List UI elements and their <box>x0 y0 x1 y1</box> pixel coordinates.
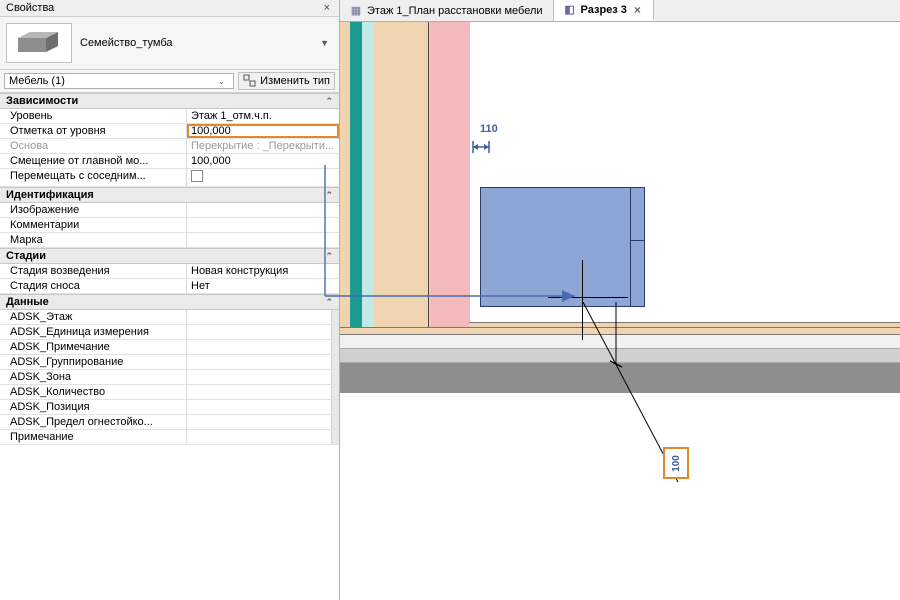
family-thumbnail <box>6 23 72 63</box>
section-view-canvas[interactable]: 110 100 <box>340 22 900 600</box>
prop-adsk-qty[interactable]: ADSK_Количество <box>0 385 339 400</box>
wall-edge <box>428 22 429 350</box>
wall-layer-1 <box>350 22 362 372</box>
panel-header: Свойства × <box>0 0 339 17</box>
prop-host: ОсноваПерекрытие : _Перекрыти... <box>0 139 339 154</box>
prop-adsk-unit[interactable]: ADSK_Единица измерения <box>0 325 339 340</box>
category-identity[interactable]: Идентификация⌃ <box>0 187 339 203</box>
tab-plan[interactable]: ▦ Этаж 1_План расстановки мебели <box>340 0 554 21</box>
floor-layer <box>340 327 900 335</box>
category-phasing[interactable]: Стадии⌃ <box>0 248 339 264</box>
prop-adsk-group[interactable]: ADSK_Группирование <box>0 355 339 370</box>
cabinet-door <box>630 188 644 306</box>
view-tabs: ▦ Этаж 1_План расстановки мебели ◧ Разре… <box>340 0 900 22</box>
wall-core <box>430 22 470 327</box>
prop-phase-demolished[interactable]: Стадия сносаНет <box>0 279 339 294</box>
prop-adsk-zone[interactable]: ADSK_Зона <box>0 370 339 385</box>
edit-type-icon <box>243 74 257 88</box>
prop-offset-from-level[interactable]: Отметка от уровня100,000 <box>0 124 339 139</box>
edit-type-label: Изменить тип <box>260 75 330 87</box>
slab-layer-1 <box>340 335 900 349</box>
tab-section[interactable]: ◧ Разрез 3 × <box>554 0 654 21</box>
cursor-crosshair <box>548 297 628 298</box>
type-selector-row[interactable]: Семейство_тумба ▼ <box>0 17 339 70</box>
dimension-width[interactable]: 110 <box>480 123 498 135</box>
prop-phase-created[interactable]: Стадия возведенияНовая конструкция <box>0 264 339 279</box>
properties-panel: Свойства × Семейство_тумба ▼ Мебель (1) … <box>0 0 340 600</box>
family-name: Семейство_тумба <box>80 37 173 49</box>
slab-structural <box>340 363 900 393</box>
tab-label: Разрез 3 <box>581 4 627 16</box>
category-filter-dropdown[interactable]: Мебель (1) ⌄ <box>4 73 234 89</box>
cabinet-element[interactable] <box>480 187 645 307</box>
chevron-down-icon: ▼ <box>316 38 333 48</box>
prop-offset-from-host[interactable]: Смещение от главной мо...100,000 <box>0 154 339 169</box>
close-icon[interactable]: × <box>632 3 643 17</box>
collapse-icon: ⌃ <box>325 297 333 308</box>
checkbox[interactable] <box>191 170 203 182</box>
properties-grid: Зависимости⌃ УровеньЭтаж 1_отм.ч.п. Отме… <box>0 93 339 600</box>
dimension-bar <box>471 139 509 153</box>
prop-adsk-fire[interactable]: ADSK_Предел огнестойко... <box>0 415 339 430</box>
chevron-down-icon: ⌄ <box>214 76 230 87</box>
close-icon[interactable]: × <box>321 2 333 14</box>
edit-type-button[interactable]: Изменить тип <box>238 72 335 90</box>
prop-comments[interactable]: Комментарии <box>0 218 339 233</box>
cursor-crosshair <box>582 260 583 340</box>
prop-adsk-pos[interactable]: ADSK_Позиция <box>0 400 339 415</box>
panel-title: Свойства <box>6 2 54 14</box>
collapse-icon: ⌃ <box>325 251 333 262</box>
filter-text: Мебель (1) <box>9 75 65 87</box>
cabinet-shelf <box>630 240 644 241</box>
collapse-icon: ⌃ <box>325 190 333 201</box>
wall-layer-2 <box>362 22 374 372</box>
section-icon: ◧ <box>564 4 576 16</box>
prop-note[interactable]: Примечание <box>0 430 339 445</box>
temp-dimension-value: 100 <box>671 455 682 472</box>
view-icon: ▦ <box>350 5 362 17</box>
prop-image[interactable]: Изображение <box>0 203 339 218</box>
temp-dimension-box[interactable]: 100 <box>663 447 689 479</box>
collapse-icon: ⌃ <box>325 96 333 107</box>
prop-moves-with[interactable]: Перемещать с соседним... <box>0 169 339 187</box>
slab-layer-2 <box>340 349 900 363</box>
tab-label: Этаж 1_План расстановки мебели <box>367 5 543 17</box>
prop-adsk-note[interactable]: ADSK_Примечание <box>0 340 339 355</box>
prop-level[interactable]: УровеньЭтаж 1_отм.ч.п. <box>0 109 339 124</box>
prop-mark[interactable]: Марка <box>0 233 339 248</box>
category-constraints[interactable]: Зависимости⌃ <box>0 93 339 109</box>
prop-adsk-floor[interactable]: ADSK_Этаж <box>0 310 339 325</box>
family-type-dropdown[interactable]: Семейство_тумба ▼ <box>80 37 333 49</box>
category-data[interactable]: Данные⌃ <box>0 294 339 310</box>
